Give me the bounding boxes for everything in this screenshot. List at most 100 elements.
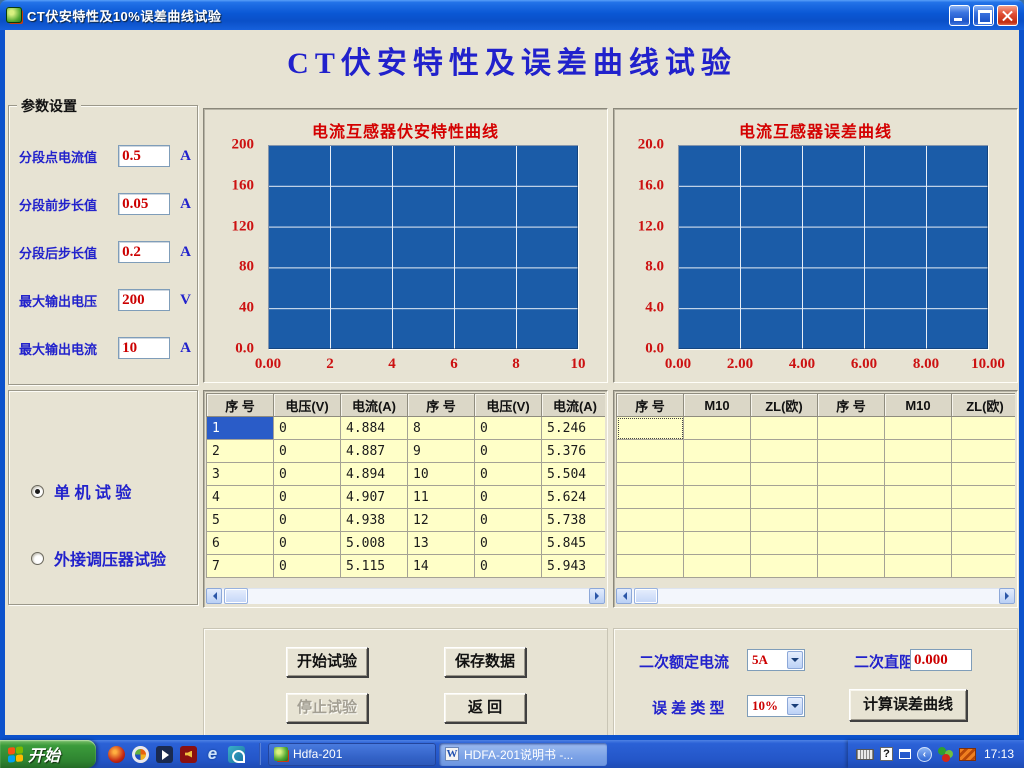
cell-current[interactable]: 4.907 [341,486,408,509]
taskbar-task-hdfa201[interactable]: Hdfa-201 [268,743,436,766]
cell-zl[interactable] [952,509,1016,532]
cell-current[interactable]: 4.894 [341,463,408,486]
table-row[interactable]: 3 0 4.894 10 0 5.504 [207,463,606,486]
cell-m10[interactable] [885,509,952,532]
cell-voltage[interactable]: 0 [274,440,341,463]
cell-current[interactable]: 5.504 [542,463,606,486]
cell-current[interactable]: 5.246 [542,417,606,440]
cell-index[interactable]: 3 [207,463,274,486]
cell-voltage[interactable]: 0 [475,555,542,578]
chevron-down-icon[interactable] [787,651,803,669]
cell-voltage[interactable]: 0 [274,417,341,440]
cell-index[interactable]: 8 [408,417,475,440]
ie-icon[interactable] [204,746,221,763]
table-row[interactable] [617,486,1016,509]
cell-voltage[interactable]: 0 [475,440,542,463]
dc-resistance-input[interactable] [910,649,972,671]
cell-index[interactable] [617,463,684,486]
window-icon[interactable] [899,749,911,759]
cell-current[interactable]: 5.376 [542,440,606,463]
cell-m10[interactable] [684,532,751,555]
param-input[interactable] [118,337,170,359]
cell-index[interactable]: 12 [408,509,475,532]
cell-zl[interactable] [751,486,818,509]
error-type-combo[interactable]: 10% [747,695,805,717]
help-icon[interactable] [880,747,893,761]
cell-current[interactable]: 5.115 [341,555,408,578]
cell-zl[interactable] [751,509,818,532]
table-row[interactable] [617,440,1016,463]
scroll-right-button[interactable] [589,588,605,604]
cell-zl[interactable] [751,463,818,486]
status-icon[interactable] [938,747,953,762]
cell-m10[interactable] [684,509,751,532]
table-row[interactable]: 4 0 4.907 11 0 5.624 [207,486,606,509]
cell-voltage[interactable]: 0 [475,486,542,509]
cell-index[interactable] [818,463,885,486]
play-icon[interactable] [156,746,173,763]
cell-current[interactable]: 5.845 [542,532,606,555]
cell-zl[interactable] [952,555,1016,578]
cell-index[interactable]: 5 [207,509,274,532]
cell-voltage[interactable]: 0 [475,417,542,440]
cell-index[interactable] [818,509,885,532]
cell-index[interactable] [818,417,885,440]
table-row[interactable]: 1 0 4.884 8 0 5.246 [207,417,606,440]
cell-index[interactable] [617,417,684,440]
cell-index[interactable]: 9 [408,440,475,463]
scroll-left-button[interactable] [206,588,222,604]
cell-m10[interactable] [885,555,952,578]
messenger-icon[interactable] [228,746,245,763]
horizontal-scrollbar[interactable] [206,588,605,604]
cell-current[interactable]: 5.008 [341,532,408,555]
cell-index[interactable] [617,555,684,578]
cell-voltage[interactable]: 0 [475,463,542,486]
mode-option-external-regulator[interactable]: 外接调压器试验 [31,546,166,570]
media-player-icon[interactable] [132,746,149,763]
table-row[interactable]: 5 0 4.938 12 0 5.738 [207,509,606,532]
table-row[interactable]: 6 0 5.008 13 0 5.845 [207,532,606,555]
cell-voltage[interactable]: 0 [274,509,341,532]
param-input[interactable] [118,241,170,263]
cell-current[interactable]: 5.738 [542,509,606,532]
table-row[interactable]: 7 0 5.115 14 0 5.943 [207,555,606,578]
radio-checked-icon[interactable] [31,485,44,498]
cell-m10[interactable] [684,486,751,509]
cell-voltage[interactable]: 0 [274,463,341,486]
cell-zl[interactable] [952,417,1016,440]
cell-current[interactable]: 5.943 [542,555,606,578]
param-input[interactable] [118,145,170,167]
start-button[interactable]: 开始 [0,740,96,768]
keyboard-icon[interactable] [856,749,874,760]
cell-m10[interactable] [885,532,952,555]
cell-index[interactable] [617,532,684,555]
scroll-right-button[interactable] [999,588,1015,604]
cell-current[interactable]: 4.938 [341,509,408,532]
table-row[interactable] [617,532,1016,555]
cell-voltage[interactable]: 0 [475,509,542,532]
cell-zl[interactable] [751,440,818,463]
cell-m10[interactable] [684,440,751,463]
close-button[interactable] [997,5,1018,26]
param-input[interactable] [118,289,170,311]
cell-voltage[interactable]: 0 [274,532,341,555]
taskbar-task-manual[interactable]: HDFA-201说明书 -... [439,743,607,766]
cell-zl[interactable] [952,486,1016,509]
scrollbar-thumb[interactable] [224,588,248,604]
cell-index[interactable] [818,486,885,509]
stripes-icon[interactable] [959,748,976,761]
scroll-left-button[interactable] [616,588,632,604]
cell-zl[interactable] [751,555,818,578]
cell-zl[interactable] [952,532,1016,555]
horizontal-scrollbar[interactable] [616,588,1015,604]
cell-index[interactable]: 6 [207,532,274,555]
cell-index[interactable]: 2 [207,440,274,463]
cell-index[interactable] [818,440,885,463]
cell-m10[interactable] [684,555,751,578]
cell-index[interactable]: 11 [408,486,475,509]
cell-voltage[interactable]: 0 [274,555,341,578]
cell-current[interactable]: 4.887 [341,440,408,463]
cell-index[interactable]: 10 [408,463,475,486]
speaker-icon[interactable] [180,746,197,763]
cell-m10[interactable] [684,417,751,440]
